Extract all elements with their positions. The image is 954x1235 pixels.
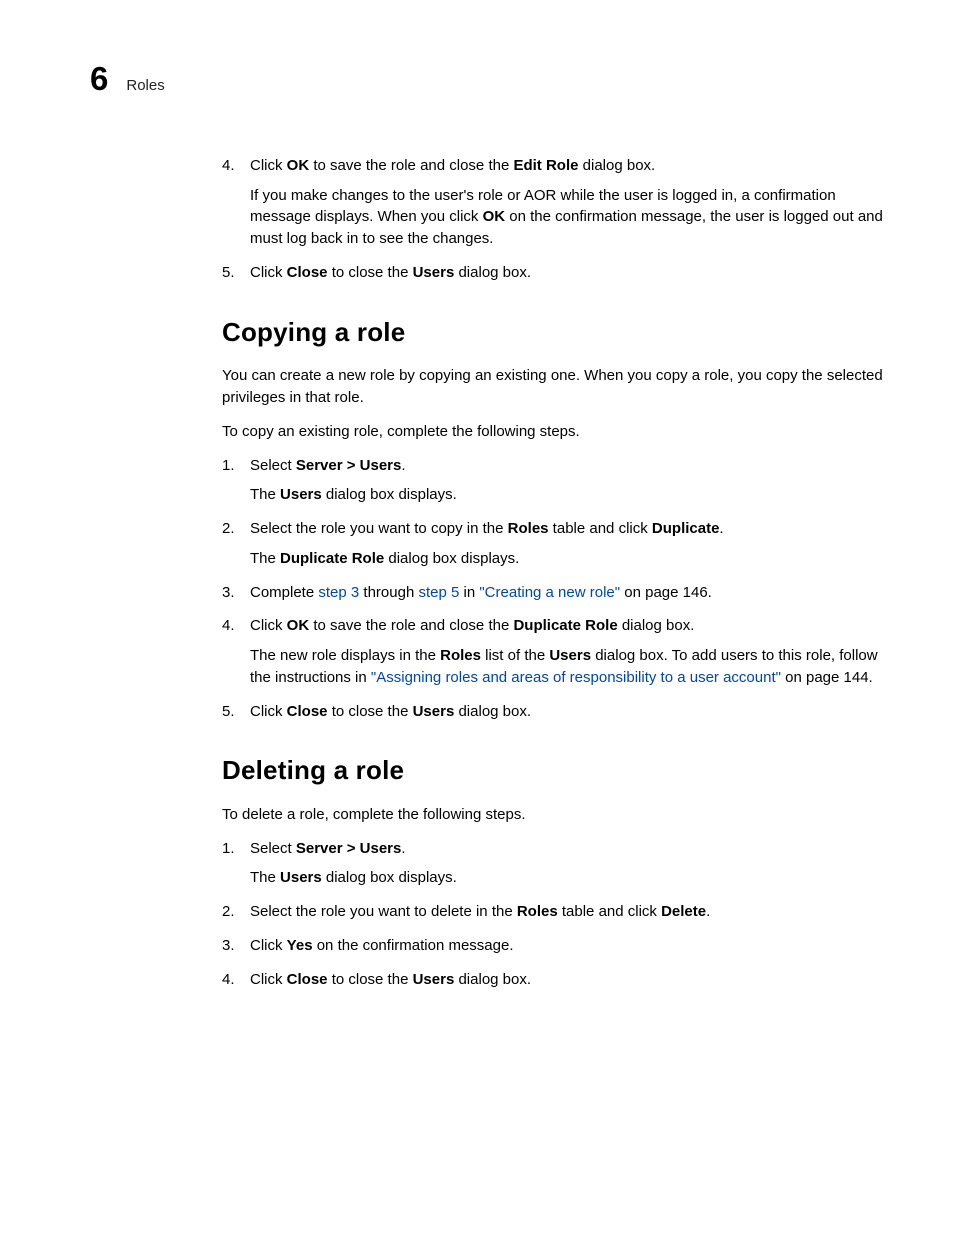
- step-subtext: The Users dialog box displays.: [250, 484, 884, 506]
- paragraph: To delete a role, complete the following…: [222, 804, 884, 826]
- step-item: 1. Select Server > Users. The Users dial…: [222, 455, 884, 507]
- running-header: 6 Roles: [90, 55, 884, 103]
- step-number: 1.: [222, 455, 235, 477]
- step-text: Click Close to close the Users dialog bo…: [250, 701, 884, 723]
- xref-step-3[interactable]: step 3: [318, 584, 359, 601]
- xref-assigning-roles[interactable]: "Assigning roles and areas of responsibi…: [371, 669, 781, 686]
- step-text: Select the role you want to delete in th…: [250, 901, 884, 923]
- step-text: Complete step 3 through step 5 in "Creat…: [250, 582, 884, 604]
- heading-deleting-a-role: Deleting a role: [222, 752, 884, 790]
- paragraph: To copy an existing role, complete the f…: [222, 421, 884, 443]
- step-item: 4. Click OK to save the role and close t…: [222, 615, 884, 688]
- step-text: Select Server > Users.: [250, 838, 884, 860]
- step-text: Click Yes on the confirmation message.: [250, 935, 884, 957]
- step-text: Select Server > Users.: [250, 455, 884, 477]
- step-number: 5.: [222, 262, 235, 284]
- xref-creating-new-role[interactable]: "Creating a new role": [479, 584, 620, 601]
- step-item: 2. Select the role you want to copy in t…: [222, 518, 884, 570]
- step-number: 4.: [222, 969, 235, 991]
- step-number: 5.: [222, 701, 235, 723]
- chapter-number: 6: [90, 55, 108, 103]
- step-number: 3.: [222, 935, 235, 957]
- step-number: 3.: [222, 582, 235, 604]
- page: 6 Roles 4. Click OK to save the role and…: [0, 0, 954, 1062]
- step-number: 2.: [222, 518, 235, 540]
- heading-copying-a-role: Copying a role: [222, 314, 884, 352]
- step-item: 4. Click OK to save the role and close t…: [222, 155, 884, 250]
- step-item: 5. Click Close to close the Users dialog…: [222, 701, 884, 723]
- step-number: 1.: [222, 838, 235, 860]
- step-item: 3. Click Yes on the confirmation message…: [222, 935, 884, 957]
- page-content: 4. Click OK to save the role and close t…: [222, 155, 884, 991]
- step-number: 2.: [222, 901, 235, 923]
- step-item: 2. Select the role you want to delete in…: [222, 901, 884, 923]
- step-item: 5. Click Close to close the Users dialog…: [222, 262, 884, 284]
- step-number: 4.: [222, 155, 235, 177]
- step-text: Click OK to save the role and close the …: [250, 155, 884, 177]
- top-steps: 4. Click OK to save the role and close t…: [222, 155, 884, 284]
- copying-steps: 1. Select Server > Users. The Users dial…: [222, 455, 884, 723]
- step-subtext: If you make changes to the user's role o…: [250, 185, 884, 250]
- step-text: Click Close to close the Users dialog bo…: [250, 262, 884, 284]
- step-item: 3. Complete step 3 through step 5 in "Cr…: [222, 582, 884, 604]
- step-item: 4. Click Close to close the Users dialog…: [222, 969, 884, 991]
- deleting-steps: 1. Select Server > Users. The Users dial…: [222, 838, 884, 991]
- step-number: 4.: [222, 615, 235, 637]
- step-subtext: The Duplicate Role dialog box displays.: [250, 548, 884, 570]
- chapter-title: Roles: [126, 75, 164, 97]
- step-text: Select the role you want to copy in the …: [250, 518, 884, 540]
- paragraph: You can create a new role by copying an …: [222, 365, 884, 409]
- step-text: Click OK to save the role and close the …: [250, 615, 884, 637]
- step-text: Click Close to close the Users dialog bo…: [250, 969, 884, 991]
- step-item: 1. Select Server > Users. The Users dial…: [222, 838, 884, 890]
- step-subtext: The Users dialog box displays.: [250, 867, 884, 889]
- step-subtext: The new role displays in the Roles list …: [250, 645, 884, 689]
- xref-step-5[interactable]: step 5: [418, 584, 459, 601]
